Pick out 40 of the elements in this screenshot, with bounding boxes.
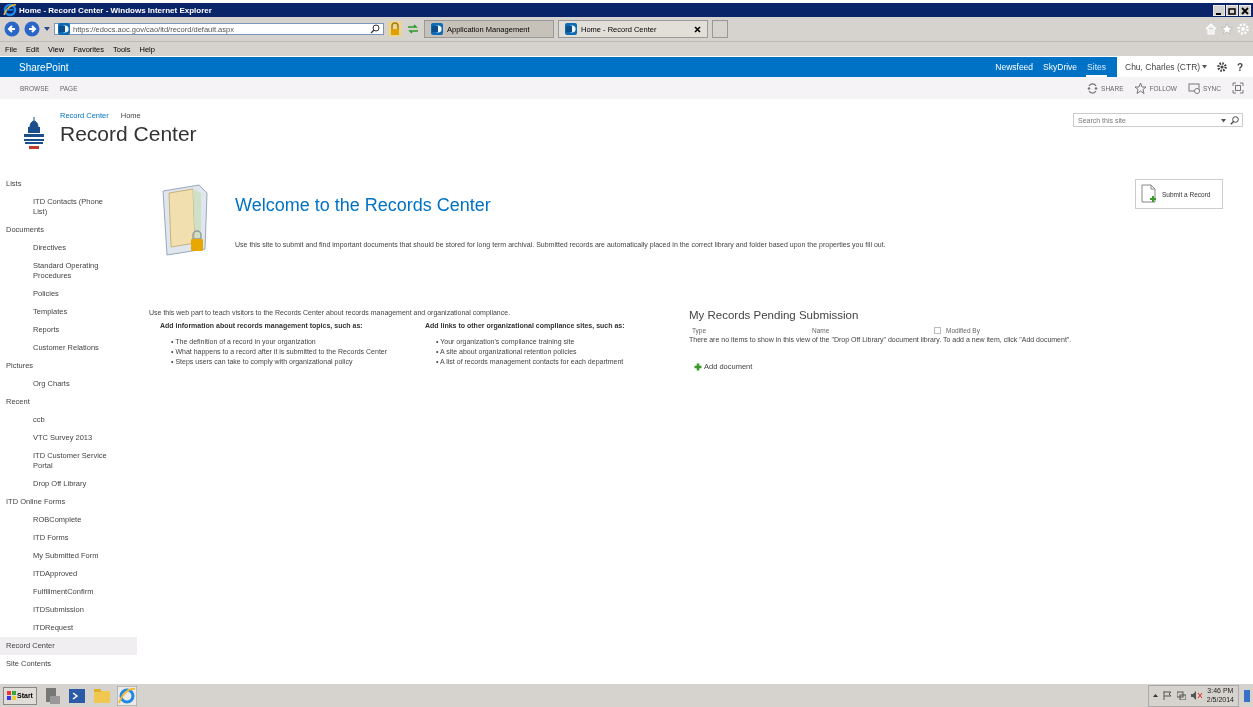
close-icon[interactable] <box>694 25 701 33</box>
welcome-heading: Welcome to the Records Center <box>235 195 492 216</box>
suite-link[interactable]: SkyDrive <box>1042 57 1079 77</box>
share-icon <box>1086 81 1100 95</box>
minimize-icon[interactable] <box>1213 4 1225 16</box>
caret-icon <box>1202 65 1208 69</box>
windows-logo-icon <box>7 691 16 700</box>
sync-icon <box>1187 81 1201 95</box>
site-title: Record Center <box>60 122 198 146</box>
document-add-icon <box>1141 184 1157 204</box>
star-icon[interactable] <box>1221 23 1233 35</box>
settings-icon[interactable] <box>1217 62 1228 72</box>
site-icon <box>565 23 577 35</box>
search-icon[interactable] <box>1230 116 1239 125</box>
user-menu[interactable]: Chu, Charles (CTR) <box>1125 62 1208 72</box>
section-heading: My Records Pending Submission <box>689 309 860 321</box>
suite-link[interactable]: Sites <box>1086 57 1107 77</box>
show-desktop-icon[interactable] <box>1244 689 1250 702</box>
help-button[interactable]: ? <box>1237 61 1244 73</box>
suite-link[interactable]: Newsfeed <box>994 57 1035 77</box>
up-arrow-icon[interactable] <box>1152 693 1158 698</box>
search-icon[interactable] <box>370 24 380 34</box>
capitol-logo-drawing <box>22 117 46 151</box>
plus-icon <box>694 362 702 371</box>
window-title: Home - Record Center - Windows Internet Explorer <box>19 5 213 15</box>
star-icon <box>1134 81 1148 95</box>
forward-icon[interactable] <box>24 21 40 37</box>
network-icon[interactable] <box>1176 691 1186 700</box>
restore-icon[interactable] <box>1226 4 1238 16</box>
site-icon <box>58 23 70 35</box>
brand-name: SharePoint <box>19 61 70 73</box>
dropdown-caret-icon[interactable] <box>44 26 50 32</box>
back-icon[interactable] <box>4 21 20 37</box>
volume-icon[interactable] <box>1190 691 1202 700</box>
site-icon <box>431 23 443 35</box>
browser-logo-icon[interactable] <box>3 3 17 17</box>
caret-icon[interactable] <box>1221 118 1226 123</box>
flag-icon[interactable] <box>1162 691 1172 700</box>
select-all-checkbox[interactable] <box>934 327 941 334</box>
focus-icon[interactable] <box>1232 82 1244 94</box>
